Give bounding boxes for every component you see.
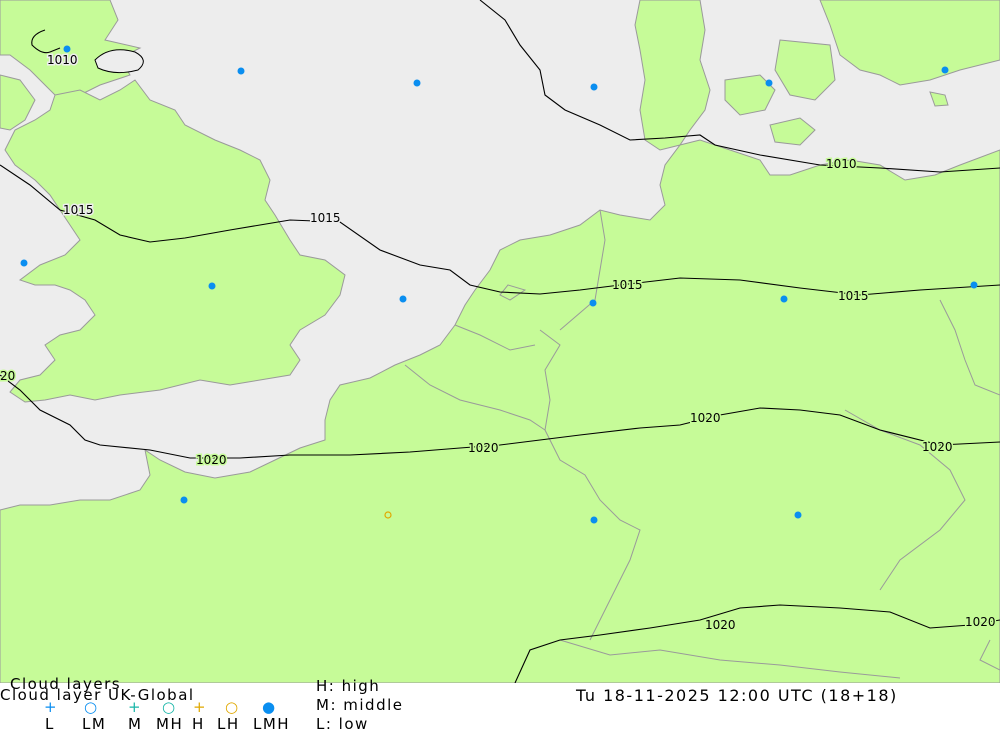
station-dot-lmh	[765, 79, 773, 87]
weather-map[interactable]: 1010 1010 1015 1015 1015 1015 20 1020 10…	[0, 0, 1000, 683]
station-dot-lmh	[208, 282, 216, 290]
station-dot-lmh	[941, 66, 949, 74]
legend-label-lm: LM	[82, 715, 107, 733]
legend-key-low: L: low	[316, 715, 369, 733]
station-dot-lmh	[413, 79, 421, 87]
isobar-label: 1010	[826, 157, 857, 171]
legend-symbol-m-plus-icon: +	[128, 698, 143, 716]
station-dot-lmh	[970, 281, 978, 289]
station-dot-lmh	[20, 259, 28, 267]
station-dot-lmh	[794, 511, 802, 519]
legend-label-m: M	[128, 715, 143, 733]
isobar-label: 1020	[196, 453, 227, 467]
station-dot-lmh	[590, 83, 598, 91]
isobar-label: 1015	[63, 203, 94, 217]
legend-label-lmh: LMH	[253, 715, 291, 733]
legend-footer: Cloud layers Cloud layer UK-Global + ○ +…	[0, 677, 1000, 733]
isobar-label: 1020	[922, 440, 953, 454]
isobar-label: 1020	[965, 615, 996, 629]
legend-symbol-lh-circle-icon: ○	[225, 698, 240, 716]
isobar-label: 1010	[47, 53, 78, 67]
legend-key-high: H: high	[316, 677, 381, 695]
station-dot-lmh	[589, 299, 597, 307]
legend-key-middle: M: middle	[316, 696, 404, 714]
isobar-label: 1015	[838, 289, 869, 303]
station-dot-lmh	[780, 295, 788, 303]
station-dot-lmh	[63, 45, 71, 53]
station-dot-lmh	[590, 516, 598, 524]
legend-label-lh: LH	[217, 715, 240, 733]
isobar-label: 1015	[310, 211, 341, 225]
map-datetime: Tu 18-11-2025 12:00 UTC (18+18)	[576, 686, 898, 705]
legend-symbol-lm-circle-icon: ○	[84, 698, 99, 716]
station-dot-lmh	[180, 496, 188, 504]
legend-symbol-lmh-dot-icon: ●	[262, 698, 277, 716]
station-dot-lmh	[237, 67, 245, 75]
legend-label-h: H	[192, 715, 205, 733]
legend-label-mh: MH	[156, 715, 184, 733]
legend-symbol-h-plus-icon: +	[193, 698, 208, 716]
legend-symbol-mh-circle-icon: ○	[162, 698, 177, 716]
isobar-label: 20	[0, 369, 15, 383]
isobar-label: 1020	[690, 411, 721, 425]
isobar-label: 1020	[468, 441, 499, 455]
isobar-label: 1015	[612, 278, 643, 292]
station-dot-lmh	[399, 295, 407, 303]
legend-symbol-l-plus-icon: +	[44, 698, 59, 716]
isobar-label: 1020	[705, 618, 736, 632]
legend-label-l: L	[45, 715, 55, 733]
